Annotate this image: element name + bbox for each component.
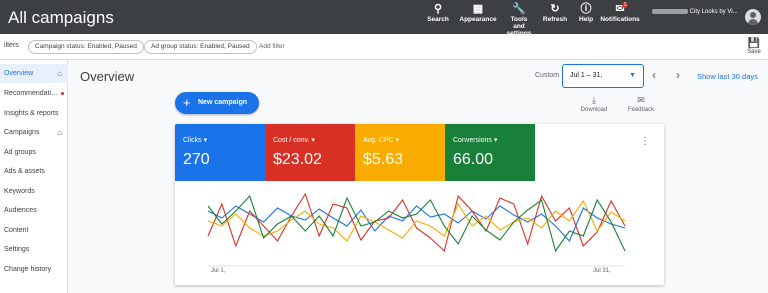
sidebar-item-ad-groups[interactable]: Ad groups [0, 143, 68, 162]
sidebar-item-label: Settings [4, 246, 30, 253]
sidebar-item-settings[interactable]: Settings [0, 240, 68, 259]
sidebar-item-label: Insights & reports [4, 110, 59, 117]
add-filter-button[interactable]: Add filter [259, 43, 285, 50]
new-campaign-button[interactable]: + New campaign [175, 92, 259, 114]
sidebar-item-label: Content [4, 227, 29, 234]
top-bar: All campaigns ⚲ Search ▦ Appearance 🔧 To… [0, 0, 768, 37]
performance-line-chart [207, 192, 626, 267]
redacted-account-id [652, 9, 688, 14]
appearance-icon: ▦ [472, 3, 484, 15]
custom-label: Custom [535, 72, 560, 79]
date-range-select[interactable]: Jul 1 – 31, ▼ [562, 64, 644, 88]
x-axis-start-label: Jul 1, [211, 268, 226, 274]
sidebar-item-label: Keywords [4, 188, 35, 195]
date-range-value: Jul 1 – 31, [570, 72, 603, 79]
new-campaign-label: New campaign [198, 99, 248, 106]
sidebar-item-audiences[interactable]: Audiences [0, 201, 68, 220]
sidebar-item-content[interactable]: Content [0, 221, 68, 240]
series-line-2 [207, 192, 626, 253]
metric-tile-clicks[interactable]: Clicks ▾ 270 [175, 124, 265, 181]
account-switcher[interactable]: City Looks by Vi... [652, 9, 742, 25]
bell-icon: ✉ [615, 3, 625, 15]
page-title: All campaigns [8, 8, 114, 27]
filter-chip-campaign-status[interactable]: Campaign status: Enabled, Paused [28, 40, 144, 54]
save-button[interactable]: 💾 Save [744, 38, 764, 55]
appearance-label: Appearance [459, 16, 497, 23]
home-icon: ⌂ [57, 69, 62, 78]
refresh-button[interactable]: ↻ Refresh [541, 3, 569, 23]
sidebar-item-label: Overview [4, 70, 34, 77]
avatar[interactable] [745, 9, 761, 25]
sidebar-item-ads-assets[interactable]: Ads & assets [0, 162, 68, 181]
metric-label: Cost / conv. ▾ [273, 137, 315, 144]
overview-heading: Overview [80, 69, 135, 84]
series-line-3 [207, 199, 626, 242]
search-button[interactable]: ⚲ Search [426, 3, 450, 23]
metric-label: Avg. CPC ▾ [363, 137, 400, 144]
search-icon: ⚲ [433, 3, 443, 15]
refresh-label: Refresh [542, 16, 568, 23]
appearance-button[interactable]: ▦ Appearance [458, 3, 498, 23]
sidebar: Overview ⌂ Recommendations Insights & re… [0, 60, 68, 293]
metric-tile-avg-cpc[interactable]: Avg. CPC ▾ $5.63 [355, 124, 445, 181]
sidebar-item-label: Recommendations [4, 90, 60, 97]
feedback-label: Feedback [627, 107, 655, 113]
sidebar-item-label: Ads & assets [4, 168, 45, 175]
refresh-icon: ↻ [550, 3, 560, 15]
metric-value: $5.63 [363, 151, 404, 168]
metric-value: 66.00 [453, 151, 494, 168]
series-line-4 [207, 194, 626, 253]
sidebar-item-keywords[interactable]: Keywords [0, 182, 68, 201]
help-button[interactable]: ⓘ Help [576, 3, 596, 23]
feedback-icon: ✉ [637, 95, 645, 105]
wrench-icon: 🔧 [512, 3, 526, 15]
alert-dot-icon [61, 91, 64, 95]
more-options-icon[interactable]: ⋮ [640, 136, 650, 147]
sidebar-item-label: Ad groups [4, 149, 36, 156]
metric-value: $23.02 [273, 151, 322, 168]
notifications-button[interactable]: ✉ Notifications [600, 3, 640, 23]
sidebar-item-label: Audiences [4, 207, 37, 214]
save-icon: 💾 [747, 38, 761, 49]
sidebar-item-overview[interactable]: Overview ⌂ [0, 64, 68, 83]
app-window: All campaigns ⚲ Search ▦ Appearance 🔧 To… [0, 0, 768, 293]
notification-badge: 1 [622, 2, 628, 8]
filter-bar: ilters Campaign status: Enabled, Paused … [0, 34, 768, 60]
search-label: Search [427, 16, 449, 23]
sidebar-item-recommendations[interactable]: Recommendations [0, 84, 68, 103]
performance-card: Clicks ▾ 270 Cost / conv. ▾ $23.02 Avg. … [175, 124, 664, 285]
sidebar-item-campaigns[interactable]: Campaigns ⌂ [0, 123, 68, 142]
help-label: Help [578, 16, 594, 23]
chevron-down-icon: ▼ [629, 72, 636, 79]
save-label: Save [747, 49, 761, 55]
download-label: Download [580, 107, 608, 113]
download-icon: ⤓ [592, 95, 596, 105]
home-icon: ⌂ [57, 128, 62, 137]
feedback-button[interactable]: ✉ Feedback [626, 95, 656, 113]
series-line-1 [207, 205, 626, 242]
sidebar-item-change-history[interactable]: Change history [0, 260, 68, 279]
filters-label: ilters [4, 42, 19, 49]
x-axis-end-label: Jul 31, [593, 268, 611, 274]
metric-value: 270 [183, 151, 210, 168]
metric-tile-conversions[interactable]: Conversions ▾ 66.00 [445, 124, 535, 181]
help-icon: ⓘ [580, 3, 592, 15]
tools-and-settings-button[interactable]: 🔧 Tools and settings [504, 3, 534, 37]
metric-label: Conversions ▾ [453, 137, 498, 144]
account-name: City Looks by Vi... [689, 9, 738, 16]
chevron-right-icon[interactable]: › [676, 68, 680, 82]
notifications-label: Notifications [600, 16, 640, 23]
sidebar-item-label: Change history [4, 266, 52, 273]
sidebar-item-insights[interactable]: Insights & reports [0, 104, 68, 123]
metric-label: Clicks ▾ [183, 137, 208, 144]
chevron-left-icon[interactable]: ‹ [652, 68, 656, 82]
download-button[interactable]: ⤓ Download [580, 95, 608, 113]
sidebar-item-label: Campaigns [4, 129, 40, 136]
filter-chip-ad-group-status[interactable]: Ad group status: Enabled, Paused [144, 40, 257, 54]
metric-tile-cost-per-conv[interactable]: Cost / conv. ▾ $23.02 [265, 124, 355, 181]
show-last-30-days-link[interactable]: Show last 30 days [697, 72, 758, 81]
plus-icon: + [183, 95, 191, 110]
